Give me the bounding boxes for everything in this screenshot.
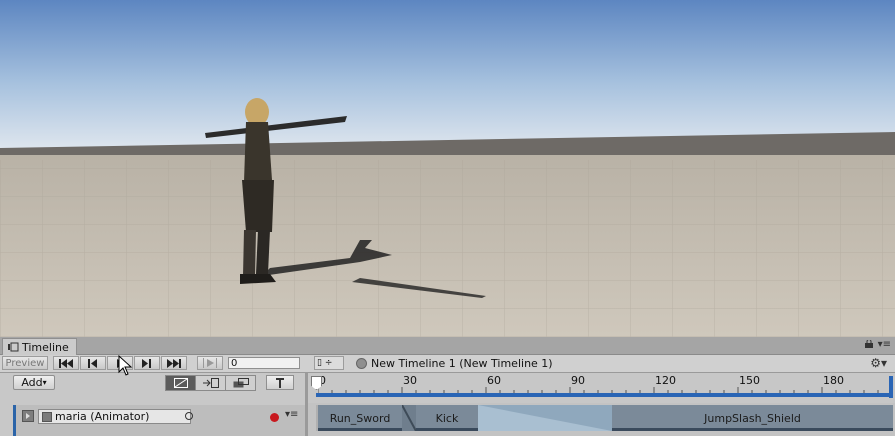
clip-label: Run_Sword	[329, 411, 391, 425]
next-frame-button[interactable]	[134, 356, 160, 370]
preview-button[interactable]: Preview	[2, 356, 48, 370]
ruler-tick: 60	[487, 374, 501, 387]
add-label: Add	[21, 376, 43, 389]
clip-underline	[612, 428, 893, 431]
timeline-icon	[8, 342, 19, 352]
timeline-tab[interactable]: Timeline	[2, 338, 77, 355]
timeline-tab-label: Timeline	[22, 340, 69, 354]
clip-kick[interactable]: Kick	[416, 405, 478, 431]
add-track-button[interactable]: Add ▾	[13, 375, 55, 390]
bound-object-field[interactable]: maria (Animator)	[38, 409, 191, 424]
play-range-icon	[203, 358, 217, 368]
scene-render	[0, 0, 895, 337]
ripple-mode-button[interactable]	[196, 376, 226, 390]
prev-frame-button[interactable]	[80, 356, 106, 370]
gear-icon[interactable]: ⚙▾	[870, 356, 887, 370]
ripple-mode-icon	[202, 378, 219, 388]
track-header-pane: Add ▾ maria (Animator) ▾≡	[0, 373, 305, 436]
mix-mode-icon	[173, 378, 188, 388]
track-content-pane: 0 30 60 90 120 150 180 Run_Sword Kick Ju…	[308, 373, 895, 436]
ruler-tick: 90	[571, 374, 585, 387]
frame-input[interactable]: 0	[228, 357, 300, 369]
timeline-asset-name: New Timeline 1 (New Timeline 1)	[371, 357, 553, 370]
time-ruler[interactable]: 0 30 60 90 120 150 180	[308, 373, 895, 403]
clip-blend[interactable]	[478, 405, 612, 431]
skip-start-button[interactable]	[53, 356, 79, 370]
track-expander[interactable]	[22, 410, 34, 422]
object-picker-icon[interactable]	[185, 412, 193, 420]
mouse-cursor	[118, 355, 133, 376]
clip-label: Kick	[435, 411, 459, 425]
breadcrumb[interactable]: New Timeline 1 (New Timeline 1)	[356, 356, 553, 371]
ruler-tick: 180	[823, 374, 844, 387]
animator-icon	[42, 411, 52, 422]
timeline-asset-icon	[356, 358, 367, 369]
skip-end-button[interactable]	[161, 356, 187, 370]
animation-track-header[interactable]: maria (Animator) ▾≡	[13, 405, 305, 436]
frame-value: 0	[231, 358, 238, 369]
preview-label: Preview	[5, 357, 45, 369]
ruler-tick: 150	[739, 374, 760, 387]
record-icon[interactable]	[270, 413, 279, 422]
pin-icon	[276, 377, 284, 388]
animation-track: Run_Sword Kick JumpSlash_Shield	[316, 405, 893, 431]
chevron-right-icon	[26, 413, 30, 419]
bound-object-name: maria (Animator)	[55, 410, 150, 423]
timeline-toolbar: Preview 0 ▯ ÷ New Timeline 1 (New Timeli…	[0, 355, 895, 373]
scene-view[interactable]	[0, 0, 895, 337]
pin-button[interactable]	[266, 375, 294, 390]
chevron-down-icon: ▾	[42, 378, 47, 387]
play-range-button[interactable]	[197, 356, 223, 370]
next-frame-icon	[142, 358, 151, 368]
ruler-tick: 30	[403, 374, 417, 387]
clip-blend[interactable]	[402, 405, 416, 431]
replace-mode-button[interactable]	[226, 376, 255, 390]
timeline-window: Timeline ▾≡ Preview 0 ▯ ÷ New Timeline 1…	[0, 337, 895, 436]
lock-icon[interactable]	[865, 340, 873, 348]
prev-frame-icon	[88, 358, 97, 368]
blend-curve	[478, 405, 612, 431]
clip-label: JumpSlash_Shield	[704, 411, 801, 425]
mix-mode-button[interactable]	[166, 376, 196, 390]
track-menu-icon[interactable]: ▾≡	[285, 409, 298, 420]
skip-start-icon	[59, 358, 73, 368]
clip-run-sword[interactable]: Run_Sword	[318, 405, 402, 431]
edit-mode-group	[165, 375, 256, 391]
skip-end-icon	[167, 358, 181, 368]
replace-mode-icon	[233, 378, 249, 388]
ruler-tick: 120	[655, 374, 676, 387]
timeline-tab-bar: Timeline ▾≡	[0, 337, 895, 355]
menu-icon[interactable]: ▾≡	[878, 339, 891, 350]
timeline-end-marker[interactable]	[889, 376, 893, 398]
clip-underline	[318, 428, 402, 431]
blend-curve	[402, 405, 416, 431]
clip-jumpslash-shield[interactable]: JumpSlash_Shield	[612, 405, 893, 431]
timeline-selector-dropdown[interactable]: ▯ ÷	[314, 356, 344, 370]
timeline-duration-bar	[316, 393, 893, 397]
clip-underline	[416, 428, 478, 431]
